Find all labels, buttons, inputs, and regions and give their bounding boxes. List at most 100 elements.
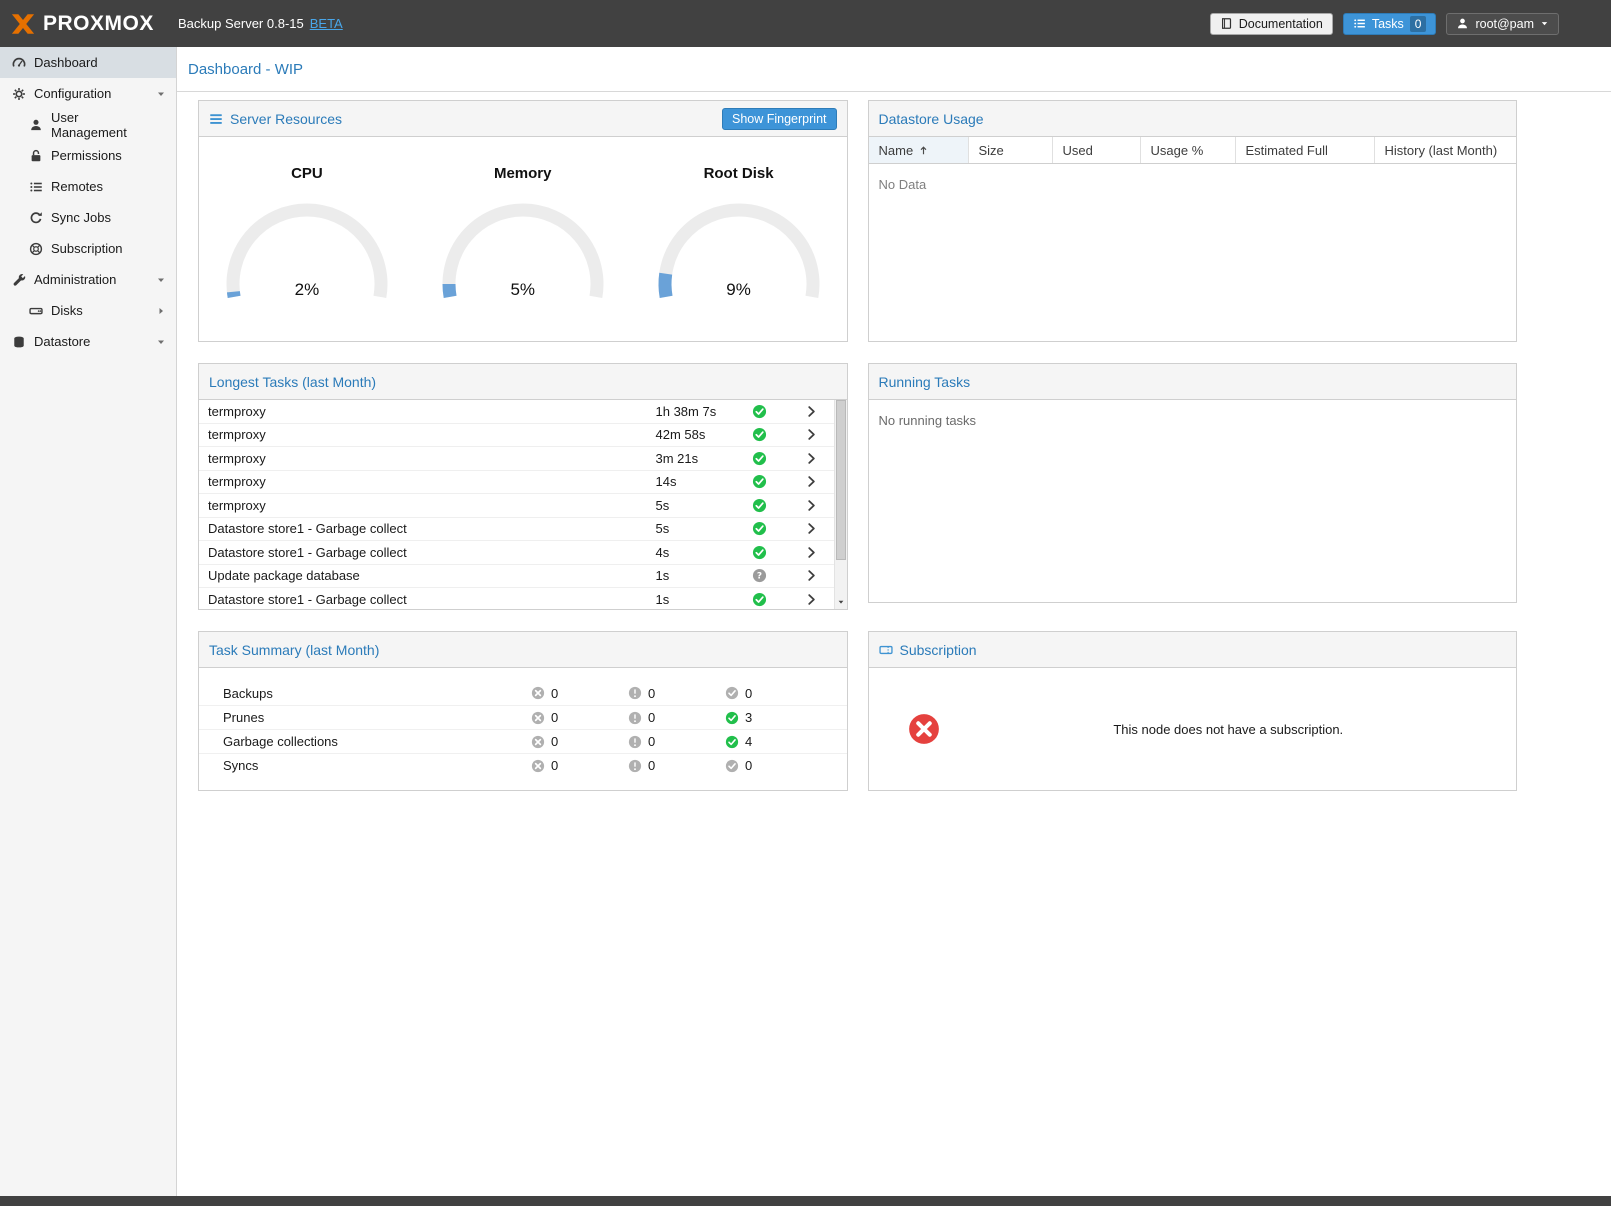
column-header-estimated-full[interactable]: Estimated Full xyxy=(1236,137,1375,163)
sidebar-item-label: Datastore xyxy=(34,334,90,349)
task-summary-panel: Task Summary (last Month) Backups 0 xyxy=(198,631,848,791)
sidebar-item-permissions[interactable]: Permissions xyxy=(0,140,176,171)
task-row[interactable]: termproxy 1h 38m 7s xyxy=(199,400,834,424)
task-status xyxy=(752,404,790,419)
column-header-size[interactable]: Size xyxy=(969,137,1053,163)
subscription-title: Subscription xyxy=(879,642,977,658)
gauge-arc-wrap: 9% xyxy=(649,196,829,306)
chevron-right-icon xyxy=(805,522,818,535)
task-row[interactable]: Datastore store1 - Garbage collect 4s xyxy=(199,541,834,565)
error-count-cell: 0 xyxy=(531,686,628,701)
task-summary-row: Backups 0 0 xyxy=(199,681,847,705)
life-ring-icon xyxy=(29,242,43,256)
datastore-usage-panel: Datastore Usage Name Size Used Usage % E… xyxy=(868,100,1518,342)
task-open-button[interactable] xyxy=(790,475,834,488)
user-menu-button[interactable]: root@pam xyxy=(1446,13,1559,35)
scrollbar-thumb[interactable] xyxy=(836,400,846,560)
exclamation-circle-icon xyxy=(628,711,642,725)
database-icon xyxy=(12,335,26,349)
tasks-count-badge: 0 xyxy=(1410,16,1427,32)
task-open-button[interactable] xyxy=(790,522,834,535)
check-circle-icon xyxy=(725,711,739,725)
task-row[interactable]: termproxy 3m 21s xyxy=(199,447,834,471)
sidebar-item-administration[interactable]: Administration xyxy=(0,264,176,295)
hard-drive-icon xyxy=(29,304,43,318)
warning-count-cell: 0 xyxy=(628,710,725,725)
column-header-history[interactable]: History (last Month) xyxy=(1375,137,1517,163)
warning-count: 0 xyxy=(648,758,655,773)
exclamation-circle-icon xyxy=(628,686,642,700)
task-row[interactable]: Datastore store1 - Garbage collect 5s xyxy=(199,518,834,542)
running-tasks-panel: Running Tasks No running tasks xyxy=(868,363,1518,603)
task-open-button[interactable] xyxy=(790,546,834,559)
sidebar-item-label: Sync Jobs xyxy=(51,210,111,225)
task-duration: 5s xyxy=(656,498,752,513)
check-circle-icon xyxy=(725,735,739,749)
sidebar-item-configuration[interactable]: Configuration xyxy=(0,78,176,109)
task-row[interactable]: termproxy 14s xyxy=(199,471,834,495)
task-open-button[interactable] xyxy=(790,428,834,441)
column-label: Name xyxy=(879,143,914,158)
user-icon xyxy=(29,118,43,132)
user-menu-label: root@pam xyxy=(1475,17,1534,31)
documentation-button-label: Documentation xyxy=(1239,17,1323,31)
topbar-actions: Documentation Tasks 0 root@pam xyxy=(1210,13,1559,35)
task-summary-title: Task Summary (last Month) xyxy=(209,642,379,658)
dashboard-icon xyxy=(12,56,26,70)
task-open-button[interactable] xyxy=(790,405,834,418)
sidebar-item-sync-jobs[interactable]: Sync Jobs xyxy=(0,202,176,233)
task-name: termproxy xyxy=(199,404,656,419)
scrollbar-down-button[interactable] xyxy=(835,595,847,609)
ok-count-cell: 0 xyxy=(725,686,822,701)
tasks-button[interactable]: Tasks 0 xyxy=(1343,13,1437,35)
error-count-cell: 0 xyxy=(531,734,628,749)
exclamation-circle-icon xyxy=(628,759,642,773)
sidebar-item-user-management[interactable]: User Management xyxy=(0,109,176,140)
scrollbar[interactable] xyxy=(834,400,847,609)
page-header: Dashboard - WIP xyxy=(177,47,1611,92)
sidebar-item-dashboard[interactable]: Dashboard xyxy=(0,47,176,78)
check-circle-icon xyxy=(752,592,767,607)
task-summary-row: Garbage collections 0 0 xyxy=(199,729,847,753)
sidebar-item-remotes[interactable]: Remotes xyxy=(0,171,176,202)
question-circle-icon xyxy=(752,568,767,583)
task-open-button[interactable] xyxy=(790,593,834,606)
column-label: Used xyxy=(1063,143,1093,158)
ok-count: 0 xyxy=(745,758,752,773)
show-fingerprint-button[interactable]: Show Fingerprint xyxy=(722,108,837,130)
task-name: termproxy xyxy=(199,451,656,466)
resource-gauge: Root Disk 9% xyxy=(631,165,847,306)
warning-count-cell: 0 xyxy=(628,686,725,701)
task-duration: 42m 58s xyxy=(656,427,752,442)
task-open-button[interactable] xyxy=(790,569,834,582)
column-header-used[interactable]: Used xyxy=(1053,137,1141,163)
proxmox-logo-icon xyxy=(10,12,36,36)
beta-link[interactable]: BETA xyxy=(310,16,343,31)
book-icon xyxy=(1220,17,1233,30)
error-count: 0 xyxy=(551,710,558,725)
bottom-strip xyxy=(0,1196,1611,1206)
task-duration: 3m 21s xyxy=(656,451,752,466)
task-row[interactable]: termproxy 5s xyxy=(199,494,834,518)
ok-count: 3 xyxy=(745,710,752,725)
product-version: Backup Server 0.8-15 BETA xyxy=(178,16,343,31)
task-row[interactable]: Update package database 1s xyxy=(199,565,834,589)
times-circle-icon xyxy=(907,712,941,746)
sidebar-item-disks[interactable]: Disks xyxy=(0,295,176,326)
task-status xyxy=(752,474,790,489)
task-duration: 1h 38m 7s xyxy=(656,404,752,419)
product-label: Backup Server 0.8-15 xyxy=(178,16,304,31)
task-row[interactable]: termproxy 42m 58s xyxy=(199,424,834,448)
task-open-button[interactable] xyxy=(790,452,834,465)
task-open-button[interactable] xyxy=(790,499,834,512)
task-row[interactable]: Datastore store1 - Garbage collect 1s xyxy=(199,588,834,609)
exclamation-circle-icon xyxy=(628,735,642,749)
sidebar-item-datastore[interactable]: Datastore xyxy=(0,326,176,357)
sidebar-item-subscription[interactable]: Subscription xyxy=(0,233,176,264)
tasks-button-label: Tasks xyxy=(1372,17,1404,31)
documentation-button[interactable]: Documentation xyxy=(1210,13,1333,35)
column-header-usage[interactable]: Usage % xyxy=(1141,137,1236,163)
gear-icon xyxy=(12,87,26,101)
gauges-row: CPU 2% Memory 5% xyxy=(199,137,847,306)
column-header-name[interactable]: Name xyxy=(869,137,969,163)
